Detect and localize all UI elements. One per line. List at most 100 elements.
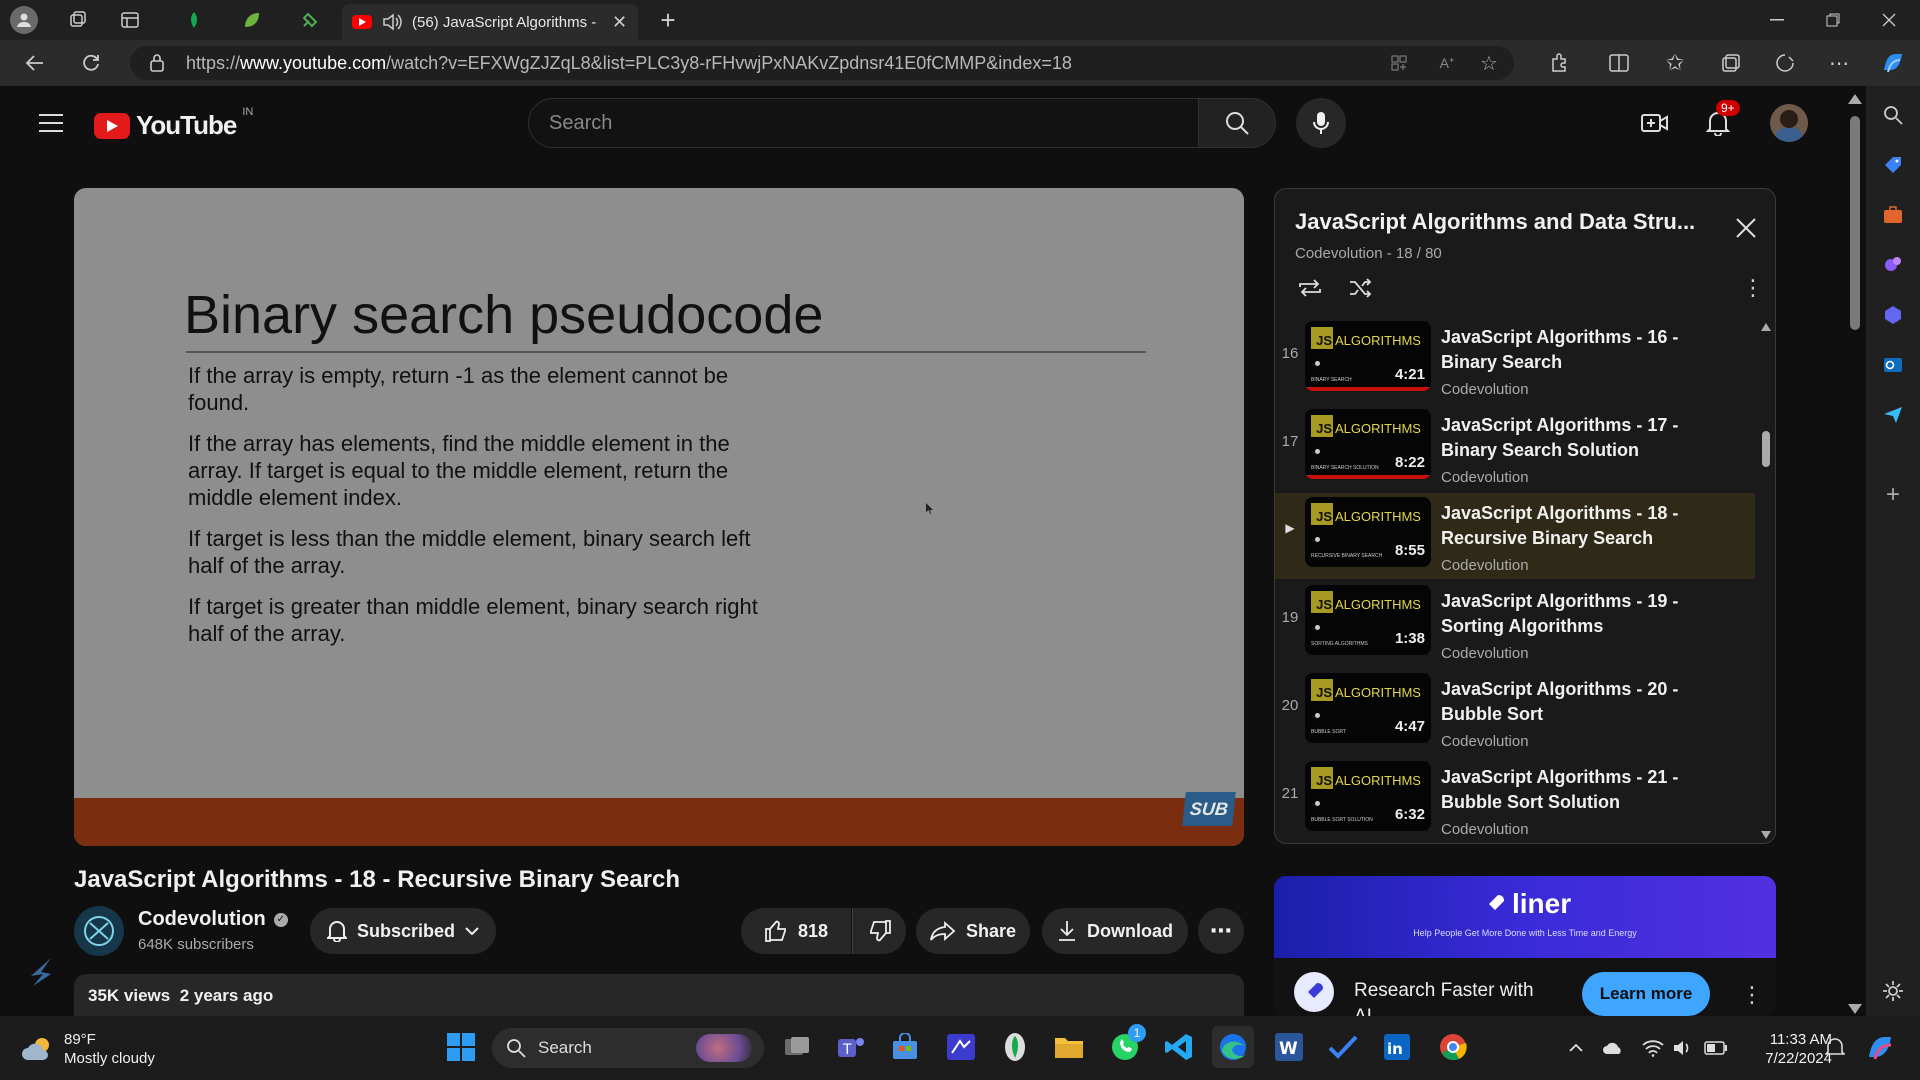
sidebar-search-icon[interactable] xyxy=(1878,100,1908,130)
start-button[interactable] xyxy=(440,1026,482,1068)
tab-actions-icon[interactable] xyxy=(116,6,144,34)
dislike-button[interactable] xyxy=(852,908,906,954)
taskbar-search-box[interactable]: Search xyxy=(492,1028,764,1068)
playlist-more-icon[interactable]: ⋮ xyxy=(1742,273,1764,303)
microsoft-365-icon[interactable] xyxy=(1878,300,1908,330)
search-button[interactable] xyxy=(1198,98,1276,148)
video-thumbnail[interactable]: JS ALGORITHMS BUBBLE SORT SOLUTION 6:32 xyxy=(1305,761,1431,831)
back-icon[interactable] xyxy=(20,48,50,78)
new-tab-icon[interactable]: + xyxy=(654,5,682,35)
playlist-item-title[interactable]: JavaScript Algorithms - 18 - Recursive B… xyxy=(1441,501,1701,551)
avatar[interactable] xyxy=(1770,104,1808,142)
split-screen-icon[interactable] xyxy=(1604,48,1634,78)
tab-favicon-spring-icon[interactable] xyxy=(240,8,264,32)
playlist-item-title[interactable]: JavaScript Algorithms - 17 - Binary Sear… xyxy=(1441,413,1701,463)
battery-icon[interactable] xyxy=(1702,1034,1730,1062)
playlist-title[interactable]: JavaScript Algorithms and Data Stru... xyxy=(1295,209,1715,235)
share-button[interactable]: Share xyxy=(916,908,1030,954)
download-button[interactable]: Download xyxy=(1042,908,1188,954)
page-scroll-down-icon[interactable] xyxy=(1848,1004,1862,1014)
linkedin-app[interactable]: in xyxy=(1376,1026,1418,1068)
channel-avatar[interactable] xyxy=(74,906,124,956)
send-icon[interactable] xyxy=(1878,400,1908,430)
visual-studio-app[interactable] xyxy=(940,1026,982,1068)
playlist-item[interactable]: 16 JS ALGORITHMS BINARY SEARCH 4:21 Java… xyxy=(1275,317,1755,403)
playlist-scrollbar[interactable] xyxy=(1761,323,1771,839)
todo-app[interactable] xyxy=(1322,1026,1364,1068)
url-field[interactable]: https://www.youtube.com/watch?v=EFXWgZJZ… xyxy=(130,46,1514,80)
scroll-up-arrow-icon[interactable] xyxy=(1761,323,1771,331)
like-button[interactable]: 818 xyxy=(741,908,851,954)
video-thumbnail[interactable]: JS ALGORITHMS BINARY SEARCH 4:21 xyxy=(1305,321,1431,391)
volume-icon[interactable] xyxy=(1670,1034,1696,1062)
video-thumbnail[interactable]: JS ALGORITHMS BINARY SEARCH SOLUTION 8:2… xyxy=(1305,409,1431,479)
learn-more-button[interactable]: Learn more xyxy=(1582,972,1710,1016)
store-app[interactable] xyxy=(884,1026,926,1068)
tab-favicon-leaf-icon[interactable] xyxy=(182,8,206,32)
playlist-item-title[interactable]: JavaScript Algorithms - 20 - Bubble Sort xyxy=(1441,677,1701,727)
more-actions-button[interactable]: ⋯ xyxy=(1198,908,1244,954)
edge-app-active[interactable] xyxy=(1212,1026,1254,1068)
notification-center-icon[interactable] xyxy=(1820,1034,1850,1062)
create-video-button[interactable] xyxy=(1638,108,1672,138)
outlook-icon[interactable] xyxy=(1878,350,1908,380)
playlist-item-current[interactable]: ▶ JS ALGORITHMS RECURSIVE BINARY SEARCH … xyxy=(1275,493,1755,579)
scroll-down-arrow-icon[interactable] xyxy=(1761,831,1771,839)
voice-search-button[interactable] xyxy=(1296,98,1346,148)
ad-more-icon[interactable]: ⋮ xyxy=(1741,980,1763,1010)
games-icon[interactable] xyxy=(1878,250,1908,280)
extensions-icon[interactable] xyxy=(1544,48,1574,78)
file-explorer-app[interactable] xyxy=(1048,1026,1090,1068)
read-aloud-icon[interactable]: Aᐩ xyxy=(1436,52,1458,74)
playlist-item[interactable]: 17 JS ALGORITHMS BINARY SEARCH SOLUTION … xyxy=(1275,405,1755,491)
playlist-item[interactable]: 21 JS ALGORITHMS BUBBLE SORT SOLUTION 6:… xyxy=(1275,757,1755,843)
favorites-icon[interactable]: ✩ xyxy=(1660,48,1690,78)
shuffle-icon[interactable] xyxy=(1345,273,1375,303)
playlist-scroll-thumb[interactable] xyxy=(1762,431,1770,467)
video-thumbnail[interactable]: JS ALGORITHMS RECURSIVE BINARY SEARCH 8:… xyxy=(1305,497,1431,567)
page-scroll-thumb[interactable] xyxy=(1850,116,1860,330)
video-thumbnail[interactable]: JS ALGORITHMS SORTING ALGORITHMS 1:38 xyxy=(1305,585,1431,655)
browser-essentials-icon[interactable] xyxy=(1770,48,1800,78)
channel-name[interactable]: Codevolution xyxy=(138,908,266,931)
copilot-icon[interactable] xyxy=(1876,46,1910,80)
mongodb-app[interactable] xyxy=(994,1026,1036,1068)
playlist-item[interactable]: 20 JS ALGORITHMS BUBBLE SORT 4:47 JavaSc… xyxy=(1275,669,1755,755)
close-playlist-icon[interactable] xyxy=(1731,213,1761,243)
teams-app[interactable]: T xyxy=(830,1026,872,1068)
weather-widget[interactable]: 89°F Mostly cloudy xyxy=(20,1028,220,1070)
profile-icon[interactable] xyxy=(10,6,38,34)
tab-youtube-active[interactable]: (56) JavaScript Algorithms - ✕ xyxy=(342,4,638,40)
app-available-icon[interactable] xyxy=(1388,52,1410,74)
vscode-app[interactable] xyxy=(1158,1026,1200,1068)
subscribed-button[interactable]: Subscribed xyxy=(310,908,496,954)
ad-banner[interactable]: liner Help People Get More Done with Les… xyxy=(1274,876,1776,958)
task-view-button[interactable] xyxy=(776,1026,818,1068)
sidebar-settings-gear-icon[interactable] xyxy=(1878,976,1908,1006)
refresh-icon[interactable] xyxy=(76,48,106,78)
shopping-tag-icon[interactable] xyxy=(1878,150,1908,180)
sponsored-ad-card[interactable]: liner Help People Get More Done with Les… xyxy=(1274,876,1776,1016)
floating-widget-icon[interactable] xyxy=(22,950,62,994)
subscribe-watermark[interactable]: SUB xyxy=(1182,792,1236,826)
clock[interactable]: 11:33 AM 7/22/2024 xyxy=(1744,1030,1832,1068)
tools-briefcase-icon[interactable] xyxy=(1878,200,1908,230)
playlist-item-title[interactable]: JavaScript Algorithms - 19 - Sorting Alg… xyxy=(1441,589,1701,639)
onedrive-icon[interactable] xyxy=(1600,1034,1626,1062)
show-hidden-icons-chevron-icon[interactable] xyxy=(1564,1034,1588,1062)
minimize-icon[interactable] xyxy=(1762,6,1792,34)
wifi-icon[interactable] xyxy=(1640,1034,1666,1062)
page-scroll-up-icon[interactable] xyxy=(1848,94,1862,104)
word-app[interactable]: W xyxy=(1268,1026,1310,1068)
playlist-item[interactable]: 19 JS ALGORITHMS SORTING ALGORITHMS 1:38… xyxy=(1275,581,1755,667)
close-window-icon[interactable] xyxy=(1874,6,1904,34)
youtube-logo[interactable]: YouTube IN xyxy=(94,106,253,141)
close-tab-icon[interactable]: ✕ xyxy=(612,12,627,33)
channel-name-row[interactable]: Codevolution ✓ xyxy=(138,908,288,931)
collections-icon[interactable] xyxy=(1716,48,1746,78)
loop-icon[interactable] xyxy=(1295,273,1325,303)
chrome-app[interactable] xyxy=(1432,1026,1474,1068)
settings-more-icon[interactable]: ⋯ xyxy=(1824,48,1854,78)
search-input[interactable]: Search xyxy=(528,98,1200,148)
video-thumbnail[interactable]: JS ALGORITHMS BUBBLE SORT 4:47 xyxy=(1305,673,1431,743)
